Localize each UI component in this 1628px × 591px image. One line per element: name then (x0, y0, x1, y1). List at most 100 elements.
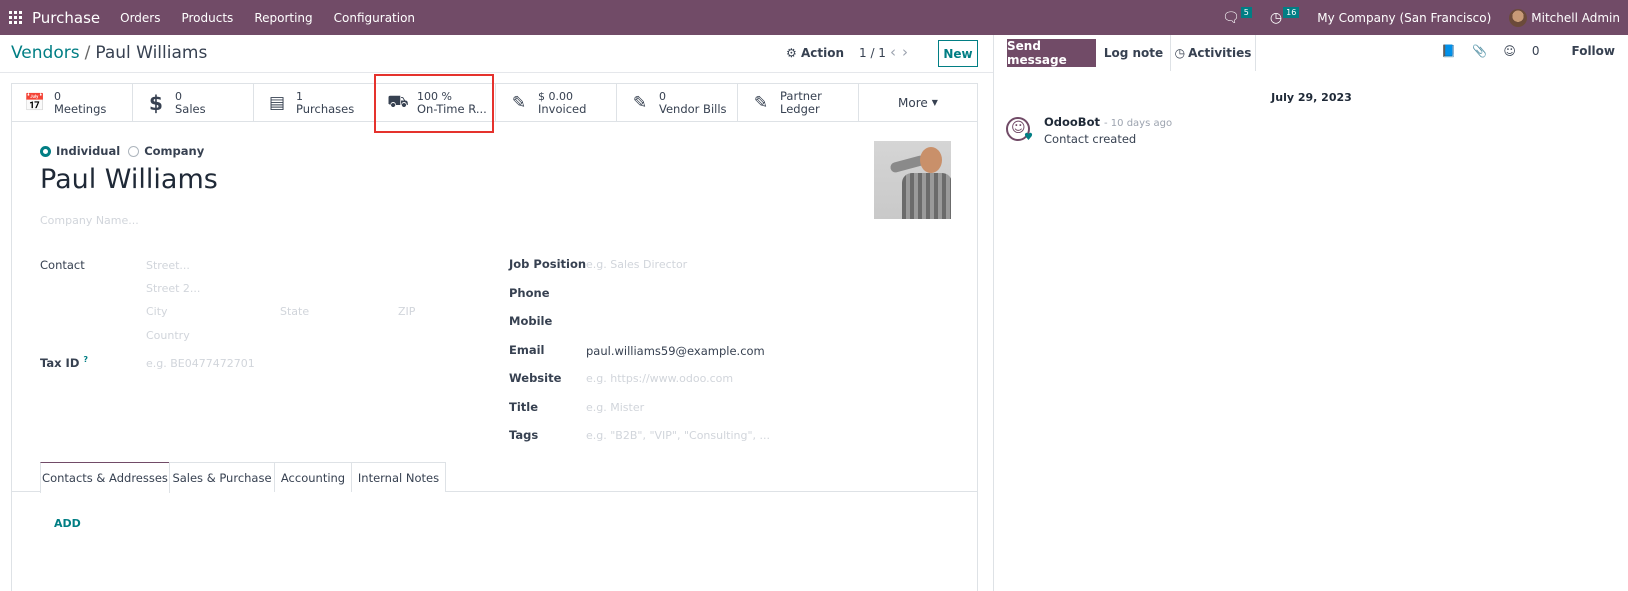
tax-id-label: Tax ID ? (40, 355, 88, 370)
message-author: OdooBot - 10 days ago (1044, 115, 1172, 129)
city-field[interactable]: City (146, 305, 168, 318)
breadcrumb-vendors[interactable]: Vendors (11, 43, 80, 63)
country-field[interactable]: Country (146, 329, 190, 342)
app-name[interactable]: Purchase (32, 9, 100, 27)
job-position-field[interactable]: e.g. Sales Director (586, 258, 687, 271)
chatter-panel: Send message Log note ◷ Activities 📘 📎 ☺… (993, 35, 1628, 591)
pager-value[interactable]: 1 / 1 (859, 46, 886, 60)
action-label: Action (800, 46, 844, 60)
phone-label: Phone (509, 286, 550, 300)
help-icon[interactable]: ? (83, 355, 88, 364)
date-separator: July 29, 2023 (1271, 91, 1352, 104)
company-switcher[interactable]: My Company (San Francisco) (1317, 11, 1491, 25)
email-field[interactable]: paul.williams59@example.com (586, 344, 765, 358)
on-time-rate-button[interactable]: ⛟ 100 % On-Time R... (375, 84, 496, 122)
state-field[interactable]: State (280, 305, 309, 318)
add-contact-link[interactable]: ADD (54, 517, 81, 530)
paperclip-icon[interactable]: 📎 (1472, 44, 1487, 58)
chatter-topbar: Send message Log note ◷ Activities 📘 📎 ☺… (994, 35, 1628, 73)
purchases-button[interactable]: ▤ 1 Purchases (254, 84, 375, 122)
heart-icon: ♥ (1024, 132, 1033, 143)
street-field[interactable]: Street... (146, 259, 190, 272)
dollar-icon: $ (149, 91, 163, 115)
radio-individual-label[interactable]: Individual (56, 144, 120, 158)
radio-individual[interactable] (40, 145, 51, 157)
email-label: Email (509, 343, 545, 357)
tax-id-label-text: Tax ID (40, 355, 80, 370)
clock-icon: ◷ (1174, 46, 1186, 60)
partner-name-field[interactable]: Paul Williams (40, 164, 218, 195)
user-avatar (1509, 8, 1528, 27)
stat-label: Ledger (780, 102, 820, 116)
action-button[interactable]: ⚙ Action (786, 46, 844, 60)
company-name-field[interactable]: Company Name... (40, 214, 139, 227)
tab-contacts-addresses[interactable]: Contacts & Addresses (40, 462, 170, 493)
invoiced-button[interactable]: ✎ $ 0.00 Invoiced (496, 84, 617, 122)
author-name[interactable]: OdooBot (1044, 115, 1100, 129)
messages-button[interactable]: 🗨 5 (1222, 7, 1252, 26)
follow-button[interactable]: Follow (1571, 44, 1615, 58)
radio-company-label[interactable]: Company (144, 144, 204, 158)
menu-configuration[interactable]: Configuration (334, 11, 415, 25)
activities-button[interactable]: ◷ 16 (1269, 7, 1300, 26)
tags-label: Tags (509, 428, 539, 442)
more-label: More (898, 95, 928, 110)
mobile-label: Mobile (509, 314, 553, 328)
top-navbar: Purchase Orders Products Reporting Confi… (0, 0, 1628, 35)
tab-sales-purchase[interactable]: Sales & Purchase (169, 462, 275, 492)
send-message-button[interactable]: Send message (1007, 39, 1096, 67)
tab-accounting[interactable]: Accounting (274, 462, 352, 492)
job-position-label: Job Position (509, 257, 587, 271)
menu-products[interactable]: Products (181, 11, 233, 25)
stat-label: Sales (175, 102, 206, 116)
radio-company[interactable] (128, 145, 140, 157)
user-name: Mitchell Admin (1531, 10, 1620, 25)
more-button[interactable]: More ▼ (859, 84, 977, 121)
sales-button[interactable]: $ 0 Sales (133, 84, 254, 122)
street2-field[interactable]: Street 2... (146, 282, 200, 295)
menu-reporting[interactable]: Reporting (254, 11, 312, 25)
title-field[interactable]: e.g. Mister (586, 401, 644, 414)
odoobot-avatar: ☺ ♥ (1006, 117, 1033, 143)
edit-icon: ✎ (753, 93, 769, 113)
apps-menu-icon[interactable] (9, 11, 23, 25)
chat-bubbles-icon: 🗨 (1222, 9, 1240, 26)
book-icon[interactable]: 📘 (1441, 44, 1456, 58)
message-time: - 10 days ago (1104, 118, 1173, 129)
activities-button[interactable]: ◷ Activities (1170, 35, 1256, 71)
partner-ledger-button[interactable]: ✎ Partner Ledger (738, 84, 859, 122)
company-type-radio: Individual Company (40, 144, 212, 158)
log-note-button[interactable]: Log note (1099, 39, 1168, 67)
menu-orders[interactable]: Orders (120, 11, 160, 25)
zip-field[interactable]: ZIP (398, 305, 415, 318)
form-sheet: 📅 0 Meetings $ 0 Sales ▤ 1 Purchases ⛟ 100 … (11, 83, 978, 591)
chevron-right-icon[interactable]: › (902, 43, 914, 61)
activities-badge: 16 (1283, 7, 1300, 18)
pager-arrows: ‹› (890, 43, 914, 61)
user-icon: ☺ (1503, 44, 1516, 58)
chevron-left-icon[interactable]: ‹ (890, 43, 902, 61)
title-label: Title (509, 400, 539, 414)
calendar-icon: 📅 (24, 93, 46, 113)
tags-field[interactable]: e.g. "B2B", "VIP", "Consulting", ... (586, 429, 770, 442)
clock-icon: ◷ (1269, 9, 1283, 26)
message-body: Contact created (1044, 132, 1137, 146)
stat-label: Vendor Bills (659, 102, 727, 116)
breadcrumb: Vendors / Paul Williams (11, 43, 207, 63)
new-button[interactable]: New (938, 40, 978, 67)
meetings-button[interactable]: 📅 0 Meetings (12, 84, 133, 122)
stat-label: Meetings (54, 102, 107, 116)
vendor-bills-button[interactable]: ✎ 0 Vendor Bills (617, 84, 738, 122)
website-field[interactable]: e.g. https://www.odoo.com (586, 372, 733, 385)
smart-button-box: 📅 0 Meetings $ 0 Sales ▤ 1 Purchases ⛟ 100 … (12, 84, 977, 122)
breadcrumb-current: Paul Williams (95, 43, 208, 63)
followers-count: 0 (1531, 44, 1540, 58)
partner-photo[interactable] (874, 141, 951, 219)
tab-internal-notes[interactable]: Internal Notes (351, 462, 446, 492)
user-menu[interactable]: Mitchell Admin (1509, 8, 1620, 27)
followers-button[interactable]: ☺ 0 (1503, 44, 1555, 58)
contact-label: Contact (40, 258, 85, 272)
tax-id-field[interactable]: e.g. BE0477472701 (146, 357, 255, 370)
website-label: Website (509, 371, 562, 385)
control-panel: Vendors / Paul Williams ⚙ Action 1 / 1 ‹› … (0, 35, 993, 73)
